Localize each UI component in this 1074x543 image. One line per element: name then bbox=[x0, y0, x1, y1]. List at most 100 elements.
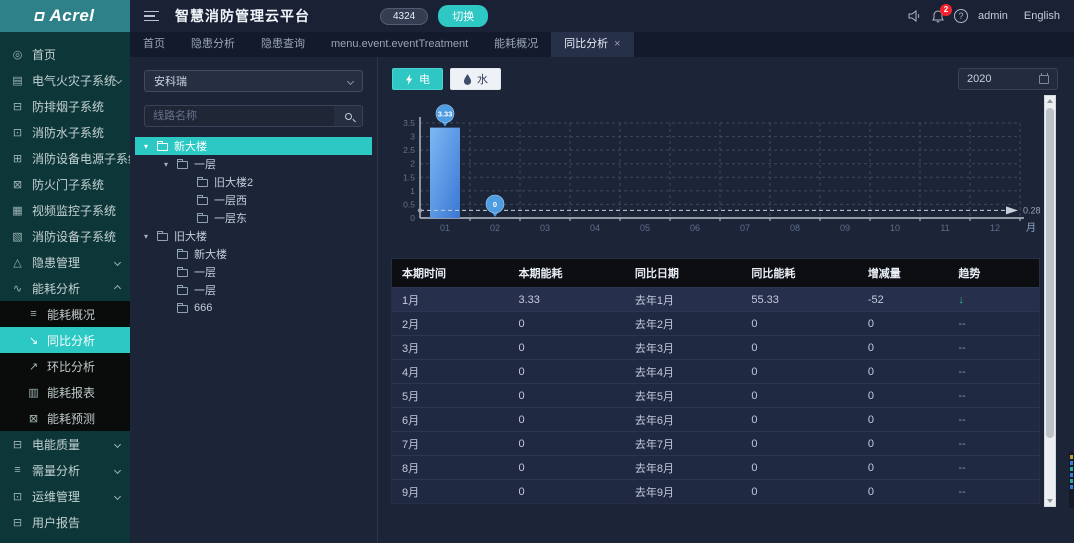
tree-expand-icon[interactable]: ▾ bbox=[144, 142, 157, 151]
table-cell: 0 bbox=[867, 389, 874, 402]
table-row[interactable]: 7月 0 去年7月 0 0 -- bbox=[392, 431, 1039, 455]
electrical-fire-icon: ▤ bbox=[12, 74, 23, 87]
tab-首页[interactable]: 首页 bbox=[130, 32, 178, 57]
year-picker[interactable]: 2020 bbox=[958, 68, 1058, 90]
tab-menu.event.eventTreatment[interactable]: menu.event.eventTreatment bbox=[318, 32, 481, 57]
tree-node[interactable]: 一层西 bbox=[135, 191, 372, 209]
column-header: 趋势 bbox=[958, 268, 981, 280]
tree-node[interactable]: 旧大楼2 bbox=[135, 173, 372, 191]
tab-同比分析[interactable]: 同比分析 × bbox=[551, 32, 634, 57]
user-menu[interactable]: admin bbox=[978, 10, 1008, 22]
tab-能耗概况[interactable]: 能耗概况 bbox=[481, 32, 551, 57]
sidebar-item-user-report[interactable]: ⊟ 用户报告 bbox=[0, 509, 130, 535]
sidebar-subitem-energy-forecast[interactable]: ⊠ 能耗预测 bbox=[0, 405, 130, 431]
sidebar-item-power-quality[interactable]: ⊟ 电能质量 bbox=[0, 431, 130, 457]
table-row[interactable]: 9月 0 去年9月 0 0 -- bbox=[392, 479, 1039, 503]
content-scrollbar[interactable] bbox=[1044, 95, 1056, 507]
sidebar-item-hazard[interactable]: △ 隐患管理 bbox=[0, 249, 130, 275]
electric-toggle-button[interactable]: 电 bbox=[392, 68, 443, 90]
home-icon: ◎ bbox=[12, 48, 23, 61]
smoke-control-icon: ⊟ bbox=[12, 100, 23, 113]
tree-node[interactable]: ▾ 新大楼 bbox=[135, 137, 372, 155]
folder-icon bbox=[177, 267, 188, 277]
tab-bar: 首页 隐患分析 隐患查询 menu.event.eventTreatment 能耗概况同… bbox=[130, 32, 1074, 57]
table-cell: 0 bbox=[751, 437, 758, 450]
help-icon[interactable]: ? bbox=[953, 9, 968, 23]
table-cell: 3.33 bbox=[518, 293, 540, 306]
table-cell: 0 bbox=[751, 365, 758, 378]
sidebar-item-device-power[interactable]: ⊞ 消防设备电源子系统 bbox=[0, 145, 130, 171]
table-row[interactable]: 6月 0 去年6月 0 0 -- bbox=[392, 407, 1039, 431]
sidebar-item-home[interactable]: ◎ 首页 bbox=[0, 41, 130, 67]
table-row[interactable]: 5月 0 去年5月 0 0 -- bbox=[392, 383, 1039, 407]
search-button[interactable] bbox=[334, 106, 362, 126]
svg-text:月: 月 bbox=[1026, 222, 1036, 234]
sidebar-subitem-label: 能耗预测 bbox=[47, 411, 96, 426]
sidebar-subitem-energy-report[interactable]: ▥ 能耗报表 bbox=[0, 379, 130, 405]
sidebar-subitem-mom-analysis[interactable]: ↗ 环比分析 bbox=[0, 353, 130, 379]
fire-device-icon: ▧ bbox=[12, 230, 23, 243]
volume-icon-glyph bbox=[908, 10, 920, 22]
tree-expand-icon[interactable]: ▾ bbox=[144, 232, 157, 241]
tab-隐患分析[interactable]: 隐患分析 bbox=[178, 32, 248, 57]
sidebar-item-energy[interactable]: ∿ 能耗分析 bbox=[0, 275, 130, 301]
tree-node[interactable]: ▾ 一层 bbox=[135, 155, 372, 173]
tree-expand-icon[interactable]: ▾ bbox=[164, 160, 177, 169]
table-cell: 0 bbox=[751, 389, 758, 402]
sidebar-item-ops-management[interactable]: ⊡ 运维管理 bbox=[0, 483, 130, 509]
language-switcher[interactable]: English bbox=[1024, 10, 1060, 22]
table-cell: -- bbox=[948, 390, 1039, 402]
collapse-sidebar-icon[interactable] bbox=[144, 10, 159, 22]
svg-text:12: 12 bbox=[990, 223, 1000, 233]
chevron-down-icon bbox=[113, 492, 122, 500]
sidebar-item-label: 消防设备子系统 bbox=[32, 229, 117, 244]
tab-close-icon[interactable]: × bbox=[614, 38, 620, 50]
table-row[interactable]: 3月 0 去年3月 0 0 -- bbox=[392, 335, 1039, 359]
sidebar-item-video-monitor[interactable]: ▦ 视频监控子系统 bbox=[0, 197, 130, 223]
browser-scrollbar-artifact bbox=[1069, 452, 1074, 508]
sidebar-item-electrical-fire[interactable]: ▤ 电气火灾子系统 bbox=[0, 67, 130, 93]
chevron-down-icon bbox=[113, 258, 122, 266]
table-row[interactable]: 4月 0 去年4月 0 0 -- bbox=[392, 359, 1039, 383]
energy-overview-icon: ≡ bbox=[30, 308, 37, 320]
tree-node[interactable]: 一层 bbox=[135, 263, 372, 281]
table-cell: 2月 bbox=[402, 318, 420, 331]
trend-indicator: -- bbox=[958, 437, 966, 450]
sidebar-subitem-label: 环比分析 bbox=[47, 359, 96, 374]
scroll-up-button[interactable] bbox=[1045, 96, 1055, 106]
line-search-input[interactable] bbox=[145, 106, 334, 126]
table-row[interactable]: 1月 3.33 去年1月 55.33 -52 ↓ bbox=[392, 287, 1039, 311]
app-title: 智慧消防管理云平台 bbox=[175, 8, 310, 24]
table-row[interactable]: 8月 0 去年8月 0 0 -- bbox=[392, 455, 1039, 479]
sidebar-item-fire-device[interactable]: ▧ 消防设备子系统 bbox=[0, 223, 130, 249]
volume-icon[interactable] bbox=[908, 10, 922, 22]
tab-label: 同比分析 bbox=[564, 38, 609, 50]
sidebar-item-fire-water[interactable]: ⊡ 消防水子系统 bbox=[0, 119, 130, 145]
notification-bell-icon[interactable]: 2 bbox=[932, 3, 952, 23]
scroll-down-button[interactable] bbox=[1045, 496, 1055, 506]
tree-node[interactable]: 新大楼 bbox=[135, 245, 372, 263]
line-search bbox=[144, 105, 363, 127]
scroll-thumb[interactable] bbox=[1046, 108, 1054, 438]
sidebar-item-smoke-control[interactable]: ⊟ 防排烟子系统 bbox=[0, 93, 130, 119]
sidebar-subitem-energy-overview[interactable]: ≡ 能耗概况 bbox=[0, 301, 130, 327]
svg-text:06: 06 bbox=[690, 223, 700, 233]
org-select[interactable]: 安科瑞 bbox=[144, 70, 363, 92]
tab-隐患查询[interactable]: 隐患查询 bbox=[248, 32, 318, 57]
tree-node[interactable]: ▾ 旧大楼 bbox=[135, 227, 372, 245]
alarm-count-badge: 4324 bbox=[380, 7, 429, 25]
table-cell: -- bbox=[948, 462, 1039, 474]
sidebar-item-demand-analysis[interactable]: ≡ 需量分析 bbox=[0, 457, 130, 483]
folder-icon bbox=[157, 141, 168, 151]
tree-node[interactable]: 一层东 bbox=[135, 209, 372, 227]
table-cell: 0 bbox=[518, 365, 525, 378]
switch-button[interactable]: 切换 bbox=[438, 5, 489, 27]
water-toggle-button[interactable]: 水 bbox=[450, 68, 501, 90]
tree-node[interactable]: 666 bbox=[135, 299, 372, 317]
chevron-down-icon bbox=[346, 77, 355, 85]
table-row[interactable]: 2月 0 去年2月 0 0 -- bbox=[392, 311, 1039, 335]
calendar-icon bbox=[1039, 72, 1049, 84]
sidebar-subitem-yoy-analysis[interactable]: ↘ 同比分析 bbox=[0, 327, 130, 353]
sidebar-item-fire-door[interactable]: ⊠ 防火门子系统 bbox=[0, 171, 130, 197]
tree-node[interactable]: 一层 bbox=[135, 281, 372, 299]
